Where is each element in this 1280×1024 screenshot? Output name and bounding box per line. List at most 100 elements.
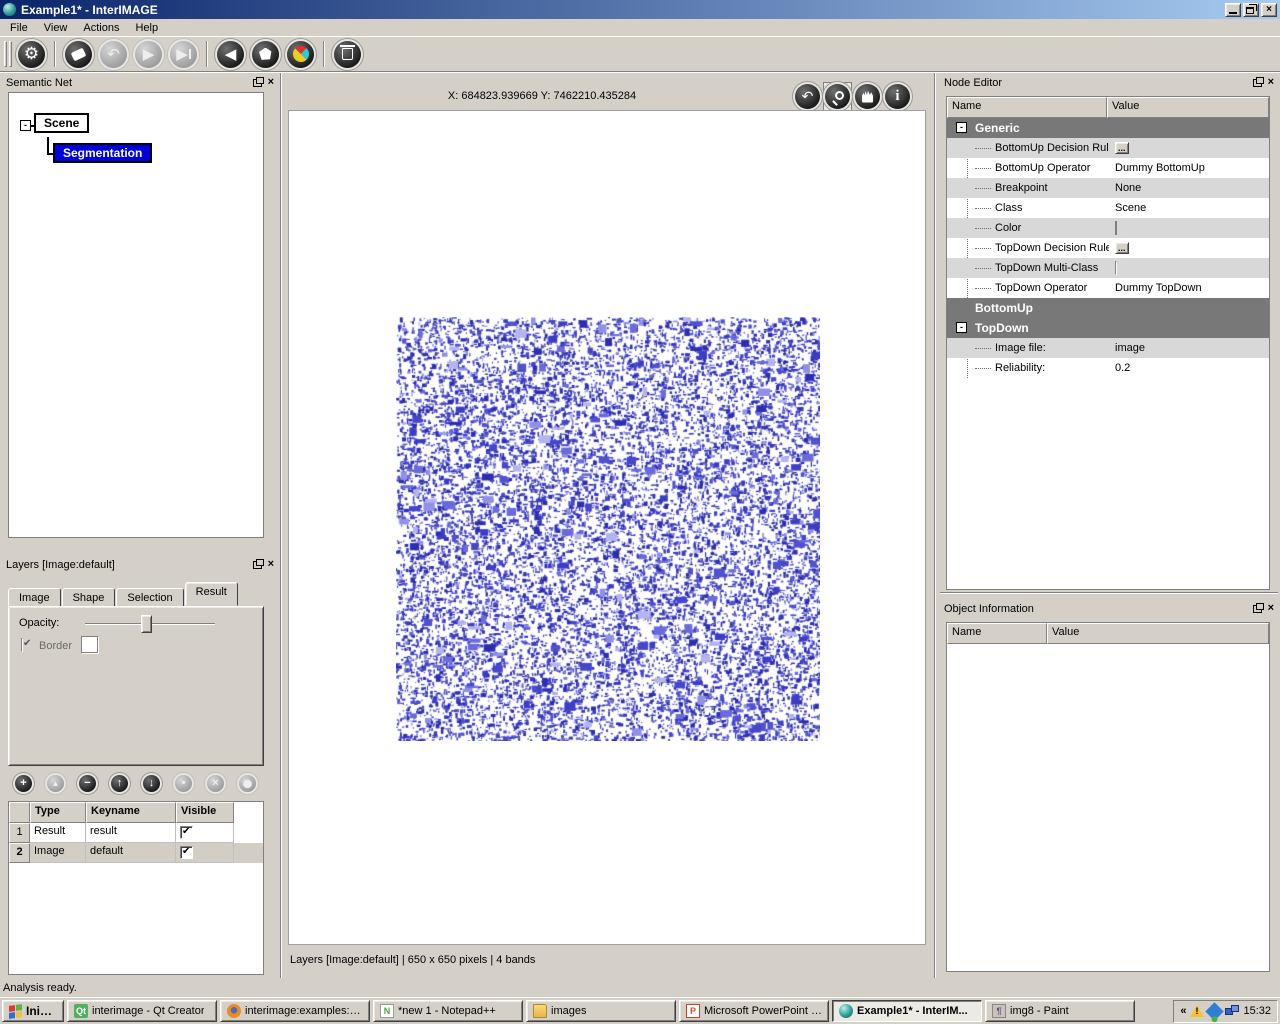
- taskbar-button-powerpoint[interactable]: P Microsoft PowerPoint - ...: [679, 1000, 829, 1022]
- close-panel-icon[interactable]: ×: [268, 559, 274, 570]
- trash-button[interactable]: [334, 41, 361, 68]
- semantic-net-tree[interactable]: - Scene Segmentation: [8, 92, 264, 538]
- toolbar-handle[interactable]: [4, 41, 7, 67]
- warning-icon[interactable]: [1190, 1005, 1204, 1017]
- ne-col-value[interactable]: Value: [1107, 97, 1269, 118]
- visible-checkbox[interactable]: [180, 826, 193, 839]
- menu-view[interactable]: View: [36, 20, 76, 36]
- col-type[interactable]: Type: [30, 802, 86, 823]
- menu-help[interactable]: Help: [127, 20, 166, 36]
- move-layer-up-button[interactable]: ↑: [111, 775, 128, 792]
- visible-checkbox[interactable]: [180, 846, 193, 859]
- property-value[interactable]: image: [1109, 342, 1145, 354]
- property-value[interactable]: None: [1109, 182, 1141, 194]
- property-value[interactable]: 0.2: [1109, 362, 1130, 374]
- color-swatch[interactable]: [1115, 221, 1117, 235]
- cell-type[interactable]: Result: [30, 823, 86, 843]
- float-panel-icon[interactable]: [1253, 79, 1262, 87]
- multi-class-checkbox[interactable]: [1115, 261, 1117, 275]
- table-row[interactable]: 2 Image default: [9, 843, 263, 863]
- run-button[interactable]: ▶: [135, 41, 162, 68]
- minimize-button[interactable]: [1225, 3, 1241, 17]
- section-bottomup[interactable]: BottomUp: [947, 298, 1269, 318]
- property-row[interactable]: Reliability: 0.2: [947, 358, 1269, 378]
- section-expander[interactable]: -: [956, 322, 967, 333]
- property-row[interactable]: BottomUp Decision Rule ...: [947, 138, 1269, 158]
- cell-type[interactable]: Image: [30, 843, 86, 863]
- float-panel-icon[interactable]: [253, 561, 262, 569]
- oi-col-name[interactable]: Name: [947, 623, 1047, 644]
- opacity-slider-handle[interactable]: [141, 615, 152, 633]
- shape-tool-button[interactable]: [252, 41, 279, 68]
- taskbar-button-qtcreator[interactable]: Qt interimage - Qt Creator: [67, 1000, 217, 1022]
- title-bar[interactable]: Example1* - InterIMAGE ×: [0, 0, 1280, 19]
- zoom-tool-button[interactable]: [825, 84, 850, 109]
- splitter[interactable]: [280, 73, 282, 978]
- tree-node-segmentation[interactable]: Segmentation: [53, 143, 152, 163]
- undo-button[interactable]: ↶: [100, 41, 127, 68]
- chart-tool-button[interactable]: [287, 41, 314, 68]
- network-icon[interactable]: [1225, 1005, 1239, 1017]
- property-row[interactable]: BottomUp Operator Dummy BottomUp: [947, 158, 1269, 178]
- remove-layer-button[interactable]: −: [79, 775, 96, 792]
- sync-icon[interactable]: [1206, 1002, 1224, 1020]
- export-button[interactable]: ◀: [217, 41, 244, 68]
- splitter[interactable]: [934, 73, 936, 978]
- float-panel-icon[interactable]: [1253, 605, 1262, 613]
- property-row[interactable]: Color: [947, 218, 1269, 238]
- float-panel-icon[interactable]: [253, 79, 262, 87]
- border-color-swatch[interactable]: [81, 636, 98, 653]
- decision-rule-button[interactable]: ...: [1115, 242, 1129, 254]
- section-generic[interactable]: - Generic: [947, 118, 1269, 138]
- taskbar-button-firefox[interactable]: interimage:examples:e...: [220, 1000, 370, 1022]
- property-value[interactable]: Dummy TopDown: [1109, 282, 1202, 294]
- info-tool-button[interactable]: i: [885, 84, 910, 109]
- property-row[interactable]: TopDown Multi-Class: [947, 258, 1269, 278]
- add-layer-button[interactable]: +: [15, 775, 32, 792]
- object-info-table[interactable]: Name Value: [946, 622, 1270, 972]
- reset-button[interactable]: [65, 41, 92, 68]
- decision-rule-button[interactable]: ...: [1115, 142, 1129, 154]
- table-row[interactable]: 1 Result result: [9, 823, 263, 843]
- tray-chevron[interactable]: «: [1180, 1005, 1186, 1017]
- row-number[interactable]: 2: [9, 843, 30, 863]
- taskbar-button-interimage[interactable]: Example1* - InterIM...: [832, 1000, 982, 1022]
- move-layer-down-button[interactable]: ↓: [143, 775, 160, 792]
- row-number[interactable]: 1: [9, 823, 30, 843]
- cell-keyname[interactable]: default: [86, 843, 176, 863]
- raise-layer-button[interactable]: ▲: [47, 775, 64, 792]
- layer-tool-button[interactable]: ×: [207, 775, 224, 792]
- ne-col-name[interactable]: Name: [947, 97, 1107, 118]
- segmentation-image[interactable]: [396, 317, 820, 741]
- taskbar-button-notepadpp[interactable]: N *new 1 - Notepad++: [373, 1000, 523, 1022]
- tree-node-scene[interactable]: Scene: [34, 113, 89, 133]
- cell-keyname[interactable]: result: [86, 823, 176, 843]
- tab-result[interactable]: Result: [185, 582, 238, 606]
- property-row[interactable]: Image file: image: [947, 338, 1269, 358]
- oi-col-value[interactable]: Value: [1047, 623, 1269, 644]
- back-tool-button[interactable]: ↶: [795, 84, 820, 109]
- property-row[interactable]: TopDown Decision Rule ...: [947, 238, 1269, 258]
- pan-tool-button[interactable]: [855, 84, 880, 109]
- col-visible[interactable]: Visible: [176, 802, 234, 823]
- layer-tool-button[interactable]: •: [175, 775, 192, 792]
- settings-button[interactable]: ⚙: [18, 41, 45, 68]
- close-panel-icon[interactable]: ×: [268, 77, 274, 88]
- node-editor-table[interactable]: Name Value - Generic BottomUp Decision R…: [946, 96, 1270, 590]
- taskbar-button-paint[interactable]: ¶ img8 - Paint: [985, 1000, 1135, 1022]
- property-value[interactable]: Dummy BottomUp: [1109, 162, 1205, 174]
- toolbar-handle[interactable]: [9, 41, 12, 67]
- property-row[interactable]: Class Scene: [947, 198, 1269, 218]
- tree-expander[interactable]: -: [20, 120, 31, 131]
- layers-table[interactable]: Type Keyname Visible 1 Result result 2 I…: [8, 801, 264, 975]
- section-topdown[interactable]: - TopDown: [947, 318, 1269, 338]
- close-button[interactable]: ×: [1261, 3, 1277, 17]
- splitter[interactable]: [940, 592, 1278, 594]
- property-value[interactable]: Scene: [1109, 202, 1146, 214]
- start-button[interactable]: Iniciar: [2, 1000, 64, 1022]
- section-expander[interactable]: -: [956, 122, 967, 133]
- layer-tool-button[interactable]: ⬤: [239, 775, 256, 792]
- close-panel-icon[interactable]: ×: [1268, 603, 1274, 614]
- col-keyname[interactable]: Keyname: [86, 802, 176, 823]
- restore-button[interactable]: [1243, 3, 1259, 17]
